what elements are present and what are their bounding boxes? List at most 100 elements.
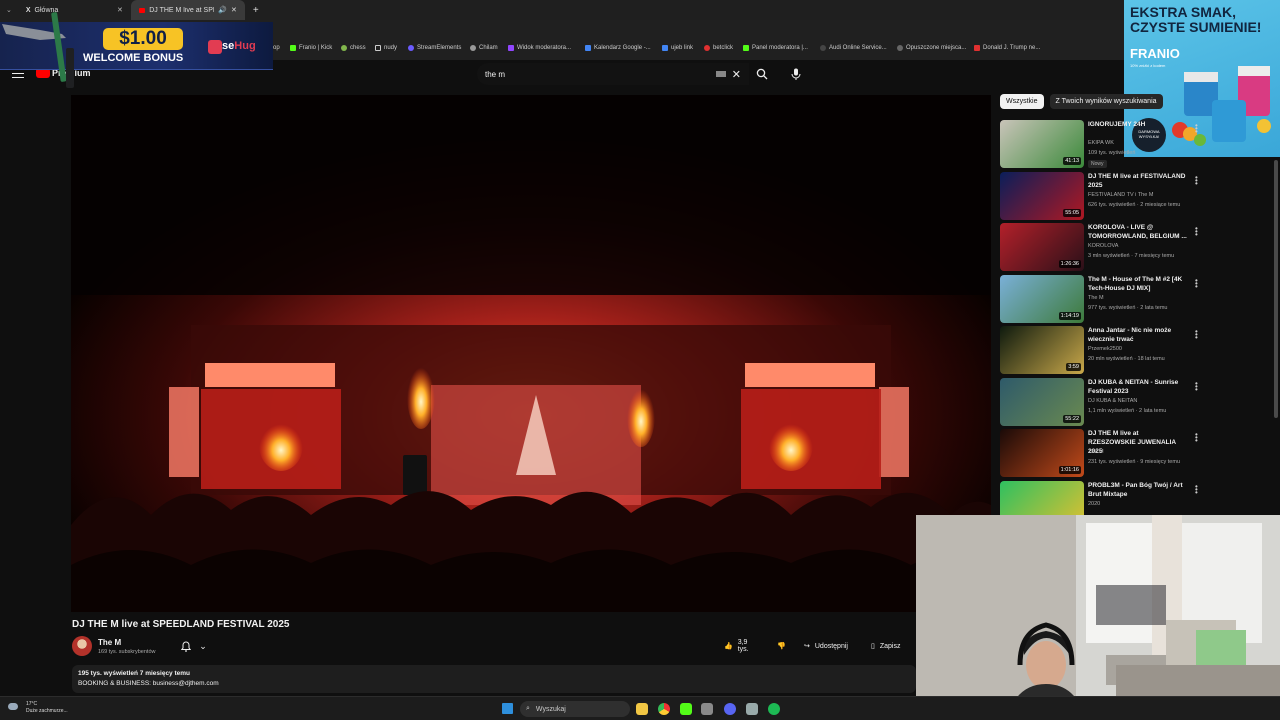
video-player[interactable]: [71, 95, 991, 612]
recommendation-item[interactable]: 1:01:16 DJ THE M live at RZESZOWSKIE JUWE…: [1000, 429, 1210, 477]
bookmark-prefix[interactable]: op: [273, 45, 280, 51]
drive-icon: [662, 45, 668, 51]
chip-all[interactable]: Wszystkie: [1000, 94, 1044, 109]
news-icon: [974, 45, 980, 51]
recommendation-thumbnail[interactable]: 1:01:16: [1000, 429, 1084, 477]
recommendation-title[interactable]: DJ THE M live at FESTIVALAND 2025: [1088, 172, 1188, 190]
recommendation-channel[interactable]: KOROLOVA: [1088, 243, 1118, 249]
bookmark-streamelements[interactable]: StreamElements: [408, 45, 461, 51]
spotify-icon[interactable]: [768, 703, 780, 715]
recommendation-channel[interactable]: The M: [1088, 295, 1104, 301]
bookmark-franio-kick[interactable]: Franio | Kick: [290, 45, 332, 51]
recommendation-thumbnail[interactable]: 1:26:36: [1000, 223, 1084, 271]
weather-widget[interactable]: 17°C Duże zachmurze...: [8, 701, 68, 715]
clear-search-icon[interactable]: ✕: [732, 68, 741, 81]
channel-name[interactable]: The M: [98, 638, 121, 647]
chrome-icon[interactable]: [658, 703, 670, 715]
recommendation-thumbnail[interactable]: 55:22: [1000, 377, 1084, 426]
thumbs-down-icon: 👎: [777, 643, 786, 650]
bookmark-panel-moderatora[interactable]: Panel moderatora |...: [743, 45, 808, 51]
youtube-tab-icon: [138, 7, 146, 13]
discord-icon[interactable]: [724, 703, 736, 715]
browser-tab-bar: ⌄ X Główna ✕ DJ THE M live at SPEEDLAN 🔊…: [0, 0, 1280, 20]
bookmark-chilam[interactable]: Chilam: [470, 45, 498, 51]
bookmark-betclick[interactable]: betclick: [704, 45, 733, 51]
more-options-icon[interactable]: • • •: [1195, 482, 1198, 496]
recommendation-title[interactable]: IGNORUJEMY 24H: [1088, 120, 1188, 129]
recommendation-thumbnail[interactable]: 41:13: [1000, 120, 1084, 168]
obs-icon[interactable]: [680, 703, 692, 715]
ad-headline: EKSTRA SMAK, CZYSTE SUMIENIE!: [1130, 4, 1262, 35]
recommendation-item[interactable]: 1:14:19 The M - House of The M #2 [4K Tec…: [1000, 274, 1210, 323]
voice-search-button[interactable]: [785, 63, 807, 85]
dislike-button[interactable]: 👎: [771, 637, 793, 655]
keyboard-icon[interactable]: [715, 71, 726, 77]
recommendation-title[interactable]: DJ KUBA & NEITAN - Sunrise Festival 2023: [1088, 378, 1188, 396]
recommendation-channel[interactable]: FESTIVALAND TV i The M: [1088, 192, 1153, 198]
bookmark-chess[interactable]: chess: [341, 45, 366, 51]
search-input[interactable]: the m ✕: [477, 63, 749, 85]
bookmark-kalendarz[interactable]: Kalendarz Google -...: [585, 45, 651, 51]
recommendation-title[interactable]: PROBL3M - Pan Bóg Twój / Art Brut Mixtap…: [1088, 481, 1188, 499]
recommendation-channel[interactable]: Przemek2500: [1088, 346, 1122, 352]
close-tab-icon[interactable]: ✕: [231, 6, 237, 14]
subscription-bell-button[interactable]: ⌄: [174, 637, 214, 655]
chip-from-search[interactable]: Z Twoich wyników wyszukiwania: [1049, 94, 1163, 109]
more-options-icon[interactable]: • • •: [1195, 122, 1198, 136]
taskbar-search[interactable]: ⌕ Wyszukaj: [520, 701, 630, 717]
speaker-icon[interactable]: 🔊: [218, 6, 227, 14]
tab-youtube-video[interactable]: DJ THE M live at SPEEDLAN 🔊 ✕: [130, 0, 245, 20]
recommendation-item[interactable]: 1:26:36 KOROLOVA - LIVE @ TOMORROWLAND, B…: [1000, 223, 1210, 271]
more-options-icon[interactable]: • • •: [1195, 225, 1198, 239]
windows-taskbar: 17°C Duże zachmurze... ⌕ Wyszukaj: [0, 696, 1280, 720]
share-button[interactable]: ↪ Udostępnij: [798, 637, 860, 655]
recommendation-title[interactable]: The M - House of The M #2 [4K Tech-House…: [1088, 275, 1188, 293]
recommendation-channel[interactable]: EKIPA WK: [1088, 140, 1114, 146]
bookmark-audi[interactable]: Audi Online Service...: [820, 45, 887, 51]
duration-badge: 1:26:36: [1058, 260, 1081, 268]
globe-icon: [470, 45, 476, 51]
bookmark-trump[interactable]: Donald J. Trump ne...: [974, 45, 1040, 51]
file-explorer-icon[interactable]: [636, 703, 648, 715]
channel-avatar[interactable]: [72, 636, 92, 656]
more-options-icon[interactable]: • • •: [1195, 328, 1198, 342]
settings-icon[interactable]: [746, 703, 758, 715]
bookmark-widok-moderatora[interactable]: Widok moderatora...: [508, 45, 571, 51]
more-options-icon[interactable]: • • •: [1195, 173, 1198, 187]
more-options-icon[interactable]: • • •: [1195, 276, 1198, 290]
ad-price: $1.00: [103, 28, 183, 50]
new-tab-button[interactable]: +: [245, 0, 267, 20]
like-button[interactable]: 👍 3,9 tys.: [718, 637, 764, 655]
chevron-down-icon: ⌄: [199, 640, 207, 651]
video-description[interactable]: 195 tys. wyświetleń 7 miesięcy temu BOOK…: [72, 665, 916, 693]
recommendation-channel[interactable]: DJ KUBA & NEITAN: [1088, 398, 1137, 404]
windows-start-icon[interactable]: [502, 703, 513, 714]
recommendation-item[interactable]: 41:13 IGNORUJEMY 24H EKIPA WK 109 tys. wyśw…: [1000, 120, 1210, 168]
scrollbar[interactable]: [1274, 160, 1278, 418]
save-button[interactable]: ▯ Zapisz: [865, 637, 913, 655]
recommendation-item[interactable]: 55:05 DJ THE M live at FESTIVALAND 2025 FE…: [1000, 171, 1210, 220]
more-options-icon[interactable]: • • •: [1195, 379, 1198, 393]
search-button[interactable]: [750, 63, 774, 85]
duration-badge: 1:14:19: [1058, 311, 1081, 320]
bookmark-folder-nudy[interactable]: nudy: [375, 45, 397, 51]
duration-badge: 3:59: [1066, 363, 1081, 371]
tab-label: DJ THE M live at SPEEDLAN: [149, 6, 214, 14]
recommendation-thumbnail[interactable]: 1:14:19: [1000, 274, 1084, 323]
kick-icon: [743, 45, 749, 51]
app-icon[interactable]: [701, 703, 713, 715]
knife-icon: [2, 12, 74, 88]
video-title: DJ THE M live at SPEEDLAND FESTIVAL 2025: [72, 619, 290, 630]
bookmark-opuszczone[interactable]: Opuszczone miejsca...: [897, 45, 966, 51]
recommendation-thumbnail[interactable]: 3:59: [1000, 326, 1084, 374]
recommendation-item[interactable]: 55:22 DJ KUBA & NEITAN - Sunrise Festival…: [1000, 377, 1210, 426]
recommendation-channel[interactable]: 2020: [1088, 501, 1100, 507]
more-options-icon[interactable]: • • •: [1195, 431, 1198, 445]
recommendation-channel[interactable]: The M: [1088, 449, 1104, 455]
recommendation-item[interactable]: 3:59 Anna Jantar - Nic nie może wiecznie …: [1000, 326, 1210, 374]
recommendation-title[interactable]: KOROLOVA - LIVE @ TOMORROWLAND, BELGIUM …: [1088, 223, 1188, 241]
close-tab-icon[interactable]: ✕: [117, 6, 123, 14]
recommendation-thumbnail[interactable]: 55:05: [1000, 171, 1084, 220]
bookmark-ujeb-link[interactable]: ujeb link: [662, 45, 693, 51]
recommendation-title[interactable]: Anna Jantar - Nic nie może wiecznie trwa…: [1088, 326, 1188, 344]
